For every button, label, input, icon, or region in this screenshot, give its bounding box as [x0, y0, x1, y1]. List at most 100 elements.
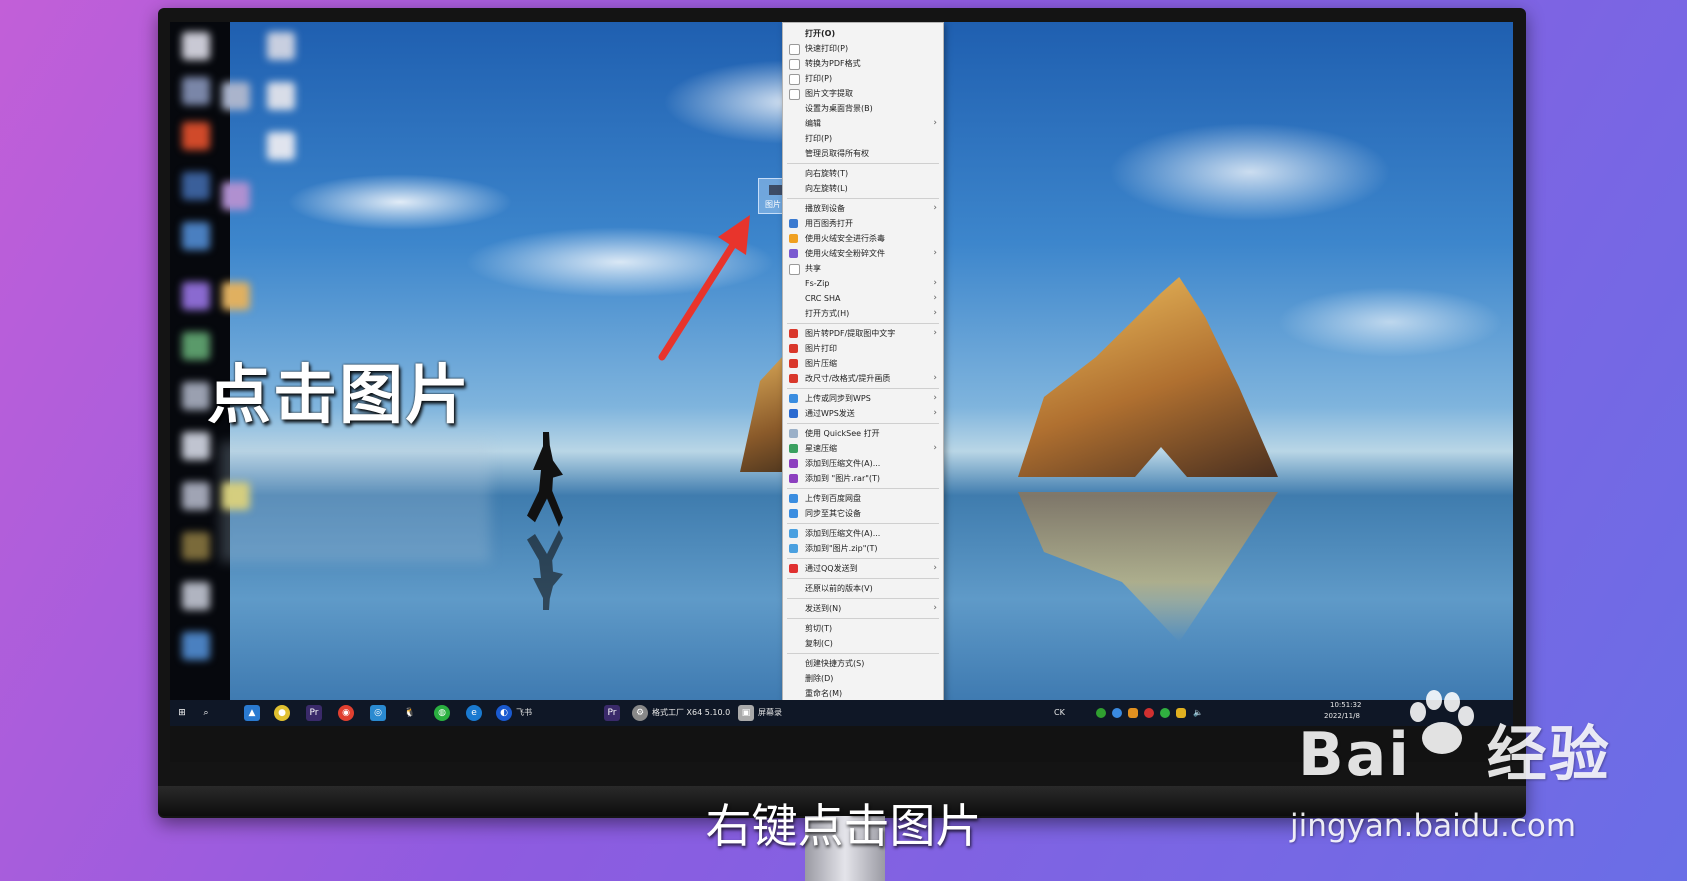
search-icon[interactable]: ⌕	[198, 705, 214, 721]
menu-item[interactable]: 图片打印	[783, 341, 943, 356]
menu-item-label: 使用火绒安全粉碎文件	[805, 249, 885, 258]
image-viewer-icon	[789, 219, 798, 228]
menu-item[interactable]: 快速打印(P)	[783, 41, 943, 56]
menu-item[interactable]: 转换为PDF格式	[783, 56, 943, 71]
baidu-jingyan-logo: Bai 经验	[1298, 706, 1611, 793]
photos-app-icon[interactable]: ▲	[244, 705, 260, 721]
menu-item-label: 共享	[805, 264, 821, 273]
browser-icon[interactable]: ◎	[370, 705, 386, 721]
menu-item[interactable]: 使用火绒安全进行杀毒	[783, 231, 943, 246]
menu-item[interactable]: 使用 QuickSee 打开	[783, 426, 943, 441]
menu-item[interactable]: 添加到压缩文件(A)...	[783, 526, 943, 541]
tray-app-icon-2[interactable]	[1112, 708, 1122, 718]
taskbar-feishu-label[interactable]: 飞书	[516, 705, 532, 721]
menu-item[interactable]: 共享	[783, 261, 943, 276]
chrome-icon[interactable]: ◉	[338, 705, 354, 721]
menu-item-label: 复制(C)	[805, 639, 833, 648]
menu-item[interactable]: 上传或同步到WPS ›	[783, 391, 943, 406]
wechat-icon[interactable]: ◍	[434, 705, 450, 721]
chevron-right-icon: ›	[933, 248, 937, 258]
menu-item[interactable]: 使用火绒安全粉碎文件 ›	[783, 246, 943, 261]
menu-item[interactable]: 向右旋转(T)	[783, 166, 943, 181]
menu-item[interactable]: 打印(P)	[783, 131, 943, 146]
menu-item[interactable]: 图片转PDF/提取图中文字 ›	[783, 326, 943, 341]
menu-separator	[787, 598, 939, 599]
menu-item[interactable]: 上传到百度网盘	[783, 491, 943, 506]
menu-item[interactable]: 改尺寸/改格式/提升画质 ›	[783, 371, 943, 386]
tray-app-icon-3[interactable]	[1128, 708, 1138, 718]
volume-icon[interactable]: 🔈	[1190, 705, 1206, 721]
menu-item-label: 用百图秀打开	[805, 219, 853, 228]
page-icon	[789, 89, 800, 100]
menu-item-label: 添加到"图片.zip"(T)	[805, 544, 878, 553]
menu-item[interactable]: 编辑 ›	[783, 116, 943, 131]
menu-item[interactable]: 播放到设备 ›	[783, 201, 943, 216]
menu-item[interactable]: 创建快捷方式(S)	[783, 656, 943, 671]
feishu-icon[interactable]: ◐	[496, 705, 512, 721]
menu-item-label: 向右旋转(T)	[805, 169, 849, 178]
zip-icon	[789, 529, 798, 538]
menu-item[interactable]: 还原以前的版本(V)	[783, 581, 943, 596]
menu-item[interactable]: Fs-Zip ›	[783, 276, 943, 291]
menu-item[interactable]: 用百图秀打开	[783, 216, 943, 231]
menu-item[interactable]: 复制(C)	[783, 636, 943, 651]
menu-item-label: 图片打印	[805, 344, 837, 353]
menu-item[interactable]: 发送到(N) ›	[783, 601, 943, 616]
menu-item[interactable]: 打印(P)	[783, 71, 943, 86]
menu-item-label: 还原以前的版本(V)	[805, 584, 873, 593]
taskbar-format-factory-label[interactable]: 格式工厂 X64 5.10.0	[652, 705, 730, 721]
menu-item[interactable]: 添加到 "图片.rar"(T)	[783, 471, 943, 486]
taskbar-screen-recorder-label[interactable]: 屏幕录	[758, 705, 782, 721]
menu-item[interactable]: 剪切(T)	[783, 621, 943, 636]
menu-item[interactable]: 通过WPS发送 ›	[783, 406, 943, 421]
tray-app-icon-5[interactable]	[1176, 708, 1186, 718]
menu-item[interactable]: 重命名(M)	[783, 686, 943, 701]
chevron-right-icon: ›	[933, 408, 937, 418]
menu-item[interactable]: 管理员取得所有权	[783, 146, 943, 161]
menu-item[interactable]: CRC SHA ›	[783, 291, 943, 306]
menu-item[interactable]: 星速压缩 ›	[783, 441, 943, 456]
ie-icon[interactable]: e	[466, 705, 482, 721]
menu-item[interactable]: 通过QQ发送到 ›	[783, 561, 943, 576]
menu-item-label: 改尺寸/改格式/提升画质	[805, 374, 891, 383]
wps-icon	[789, 359, 798, 368]
menu-item-label: 快速打印(P)	[805, 44, 849, 53]
tray-app-icon-4[interactable]	[1144, 708, 1154, 718]
menu-item-label: 添加到 "图片.rar"(T)	[805, 474, 881, 483]
menu-item-label: 设置为桌面背景(B)	[805, 104, 873, 113]
menu-separator	[787, 198, 939, 199]
menu-item[interactable]: 向左旋转(L)	[783, 181, 943, 196]
menu-item[interactable]: 图片压缩	[783, 356, 943, 371]
ime-indicator[interactable]: CK	[1054, 705, 1065, 721]
menu-item[interactable]: 添加到压缩文件(A)...	[783, 456, 943, 471]
screen-recorder-icon[interactable]: ▣	[738, 705, 754, 721]
qq-taskbar-icon[interactable]: 🐧	[402, 705, 418, 721]
winrar-icon	[789, 474, 798, 483]
menu-item-label: 通过WPS发送	[805, 409, 855, 418]
menu-separator	[787, 578, 939, 579]
menu-item[interactable]: 图片文字提取	[783, 86, 943, 101]
windows-start-icon[interactable]: ⊞	[174, 705, 190, 721]
menu-item[interactable]: 打开(O)	[783, 26, 943, 41]
chevron-right-icon: ›	[933, 118, 937, 128]
shredder-icon	[789, 249, 798, 258]
menu-item-label: 上传或同步到WPS	[805, 394, 871, 403]
menu-item[interactable]: 设置为桌面背景(B)	[783, 101, 943, 116]
yellow-app-icon[interactable]: ●	[274, 705, 290, 721]
tray-app-icon[interactable]	[1096, 708, 1106, 718]
premiere-icon[interactable]: Pr	[306, 705, 322, 721]
tray-wechat-icon[interactable]	[1160, 708, 1170, 718]
menu-item-label: 同步至其它设备	[805, 509, 861, 518]
menu-item-label: 星速压缩	[805, 444, 837, 453]
menu-item-label: 创建快捷方式(S)	[805, 659, 865, 668]
menu-item[interactable]: 打开方式(H) ›	[783, 306, 943, 321]
menu-item[interactable]: 添加到"图片.zip"(T)	[783, 541, 943, 556]
menu-item-label: 通过QQ发送到	[805, 564, 858, 573]
menu-item[interactable]: 同步至其它设备	[783, 506, 943, 521]
selected-file-label: 图片	[765, 200, 781, 209]
menu-item-label: 转换为PDF格式	[805, 59, 861, 68]
menu-item[interactable]: 删除(D)	[783, 671, 943, 686]
menu-item-label: 添加到压缩文件(A)...	[805, 529, 881, 538]
format-factory-icon[interactable]: ⚙	[632, 705, 648, 721]
premiere-icon-2[interactable]: Pr	[604, 705, 620, 721]
